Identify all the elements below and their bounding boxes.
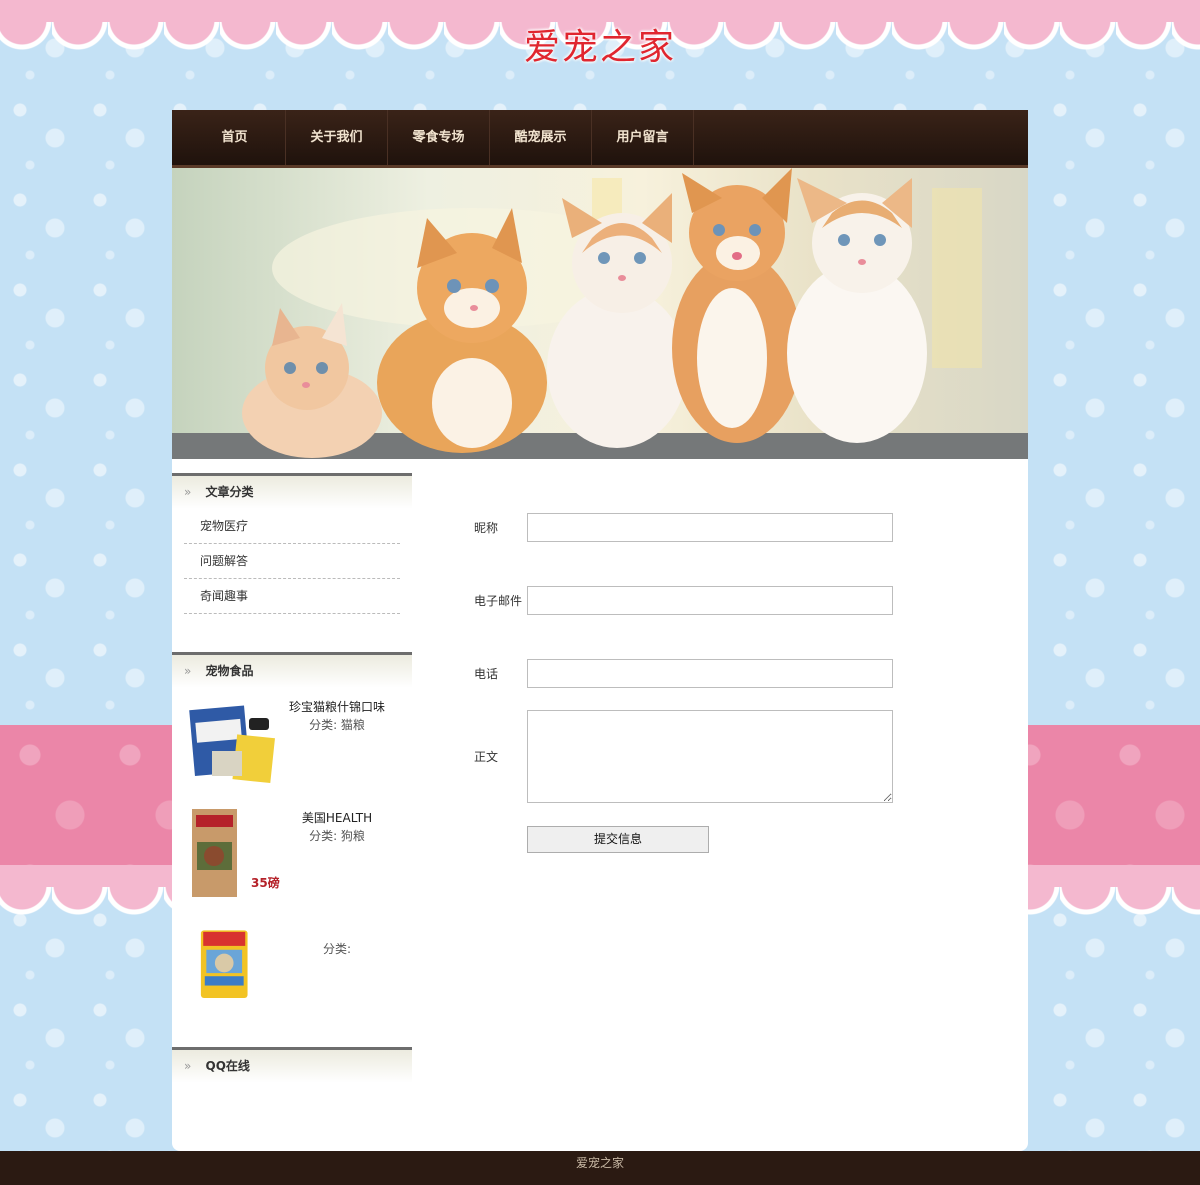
food-name: 珍宝猫粮什锦口味 bbox=[288, 700, 385, 714]
email-label: 电子邮件 bbox=[474, 594, 523, 608]
kitten-5 bbox=[787, 178, 927, 443]
cat-food-bag-image bbox=[200, 930, 248, 998]
nav-item-home[interactable]: 首页 bbox=[184, 110, 286, 165]
double-chevron-icon: » bbox=[184, 1059, 192, 1073]
food-category: 分类: 猫粮 bbox=[309, 718, 365, 732]
nav-item-snacks[interactable]: 零食专场 bbox=[388, 110, 490, 165]
kitten-1 bbox=[242, 303, 382, 458]
food-item[interactable]: 美国HEALTH 分类: 狗粮 35磅 bbox=[172, 799, 412, 910]
site-title: 爱宠之家 bbox=[523, 27, 676, 68]
submit-button[interactable]: 提交信息 bbox=[527, 826, 709, 853]
kittens-illustration bbox=[172, 168, 1028, 459]
food-category: 分类: bbox=[322, 942, 352, 956]
double-chevron-icon: » bbox=[184, 664, 192, 678]
pet-food-header: » 宠物食品 bbox=[172, 652, 412, 688]
food-item[interactable]: 分类: bbox=[172, 910, 412, 1021]
kitten-4 bbox=[672, 168, 802, 443]
category-item-stories[interactable]: 奇闻趣事 bbox=[184, 579, 400, 614]
categories-title: 文章分类 bbox=[205, 485, 254, 499]
body-textarea[interactable] bbox=[527, 710, 893, 803]
main-container: 首页 关于我们 零食专场 酷宠展示 用户留言 » 文章分类 宠物医疗 问题解答 … bbox=[172, 110, 1028, 1151]
phone-label: 电话 bbox=[474, 667, 499, 681]
nav-item-guestbook[interactable]: 用户留言 bbox=[592, 110, 694, 165]
category-list: 宠物医疗 问题解答 奇闻趣事 bbox=[172, 509, 412, 614]
nickname-input[interactable] bbox=[527, 513, 893, 542]
qq-online-header: » QQ在线 bbox=[172, 1047, 412, 1083]
phone-input[interactable] bbox=[527, 659, 893, 688]
food-name: 美国HEALTH bbox=[301, 811, 373, 825]
food-category: 分类: 狗粮 bbox=[309, 829, 365, 843]
footer: 爱宠之家 bbox=[0, 1151, 1200, 1185]
category-item-pet-medical[interactable]: 宠物医疗 bbox=[184, 509, 400, 544]
nickname-label: 昵称 bbox=[474, 521, 499, 535]
nav-item-pet-showcase[interactable]: 酷宠展示 bbox=[490, 110, 592, 165]
categories-header: » 文章分类 bbox=[172, 473, 412, 509]
nav-item-about[interactable]: 关于我们 bbox=[286, 110, 388, 165]
main-nav: 首页 关于我们 零食专场 酷宠展示 用户留言 bbox=[172, 110, 1028, 168]
kittens-banner bbox=[172, 168, 1028, 459]
category-item-qa[interactable]: 问题解答 bbox=[184, 544, 400, 579]
body-label: 正文 bbox=[474, 750, 499, 764]
weight-badge: 35磅 bbox=[251, 876, 280, 890]
email-input[interactable] bbox=[527, 586, 893, 615]
footer-text: 爱宠之家 bbox=[575, 1156, 624, 1170]
sidebar: » 文章分类 宠物医疗 问题解答 奇闻趣事 » 宠物食品 珍宝猫粮什锦口味 分类… bbox=[172, 473, 412, 1083]
qq-online-title: QQ在线 bbox=[205, 1059, 250, 1073]
cat-food-package-image bbox=[189, 705, 275, 784]
pet-food-title: 宠物食品 bbox=[205, 664, 254, 678]
double-chevron-icon: » bbox=[184, 485, 192, 499]
food-item[interactable]: 珍宝猫粮什锦口味 分类: 猫粮 bbox=[172, 688, 412, 799]
